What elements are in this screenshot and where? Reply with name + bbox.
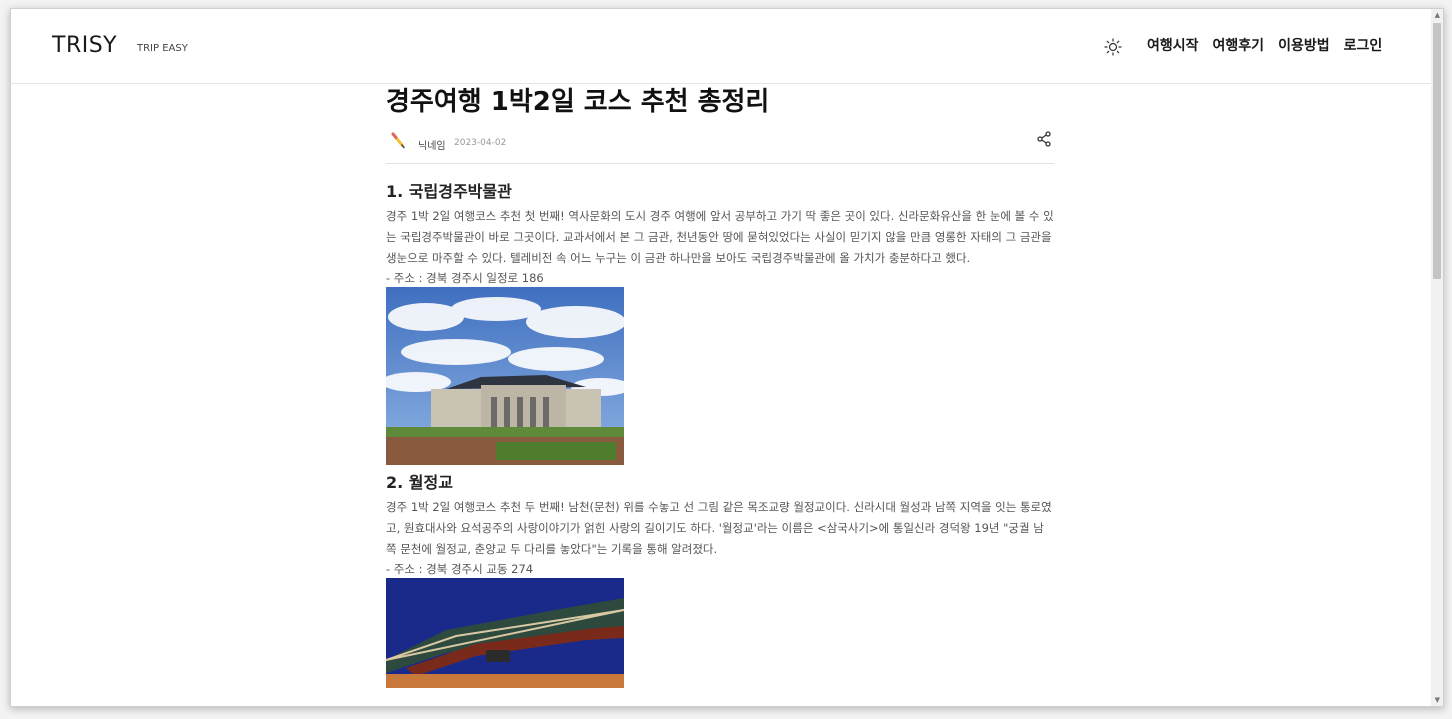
sun-icon[interactable]: [1104, 38, 1122, 56]
navbar: TRISY TRIP EASY 여행시작 여행후기 이용방법 로그인: [11, 9, 1431, 84]
nav-link-login[interactable]: 로그인: [1344, 35, 1383, 55]
section-body: 경주 1박 2일 여행코스 추천 첫 번째! 역사문화의 도시 경주 여행에 앞…: [386, 209, 1054, 265]
nav-link-reviews[interactable]: 여행후기: [1213, 35, 1265, 55]
post-meta: 닉네임 2023-04-02: [386, 129, 1054, 164]
brand-tagline: TRIP EASY: [137, 43, 188, 54]
post-section-bridge: 2. 월정교 경주 1박 2일 여행코스 추천 두 번째! 남천(문천) 위를 …: [386, 469, 1054, 688]
post-section-museum: 1. 국립경주박물관 경주 1박 2일 여행코스 추천 첫 번째! 역사문화의 …: [386, 178, 1054, 465]
bridge-photo: [386, 578, 624, 688]
scroll-thumb[interactable]: [1433, 23, 1441, 279]
pencil-icon: [391, 132, 405, 149]
post-date: 2023-04-02: [454, 138, 507, 148]
section-heading: 2. 월정교: [386, 473, 453, 492]
share-icon[interactable]: [1036, 131, 1052, 147]
scrollbar[interactable]: ▲ ▼: [1431, 9, 1443, 706]
museum-photo: [386, 287, 624, 465]
author-name: 닉네임: [418, 141, 446, 152]
section-address: - 주소 : 경북 경주시 일정로 186: [386, 271, 544, 285]
brand-logo[interactable]: TRISY: [52, 33, 117, 58]
post-content: 경주여행 1박2일 코스 추천 총정리 닉네임 2023-04-02 1. 국립…: [386, 85, 1054, 688]
browser-window: TRISY TRIP EASY 여행시작 여행후기 이용방법 로그인 경주여행 …: [10, 8, 1444, 707]
post-title: 경주여행 1박2일 코스 추천 총정리: [386, 87, 770, 117]
scroll-down-icon[interactable]: ▼: [1435, 696, 1440, 704]
section-heading: 1. 국립경주박물관: [386, 182, 512, 201]
section-body: 경주 1박 2일 여행코스 추천 두 번째! 남천(문천) 위를 수놓고 선 그…: [386, 500, 1052, 556]
section-address: - 주소 : 경북 경주시 교동 274: [386, 562, 534, 576]
nav-links: 여행시작 여행후기 이용방법 로그인: [1147, 35, 1382, 55]
scroll-up-icon[interactable]: ▲: [1435, 11, 1440, 19]
nav-link-how-to-use[interactable]: 이용방법: [1278, 35, 1330, 55]
nav-link-start-trip[interactable]: 여행시작: [1147, 35, 1199, 55]
